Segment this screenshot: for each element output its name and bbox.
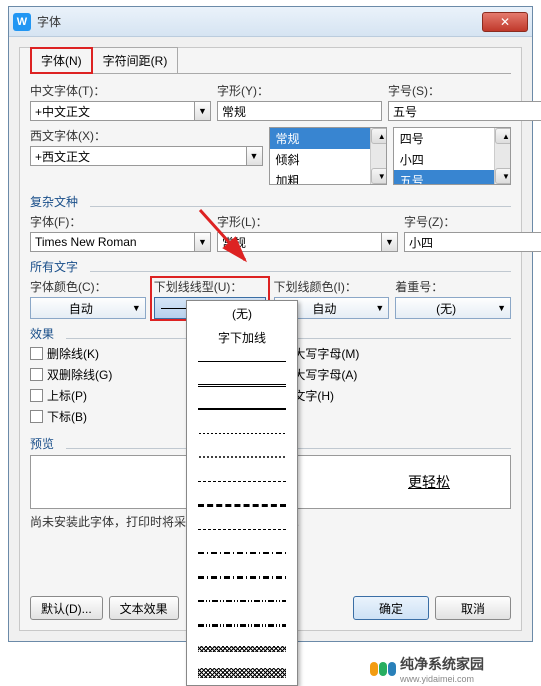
underline-opt-none[interactable]: (无) — [187, 301, 297, 325]
list-item[interactable]: 倾斜 — [270, 149, 386, 170]
label-size: 字号(S)： — [388, 82, 541, 99]
scroll-up-icon[interactable]: ▲ — [371, 128, 387, 144]
window-title: 字体 — [37, 13, 482, 30]
scrollbar[interactable]: ▲▼ — [494, 128, 510, 184]
input-style-l[interactable] — [217, 232, 382, 252]
underline-opt-dash-dot-dot[interactable] — [187, 589, 297, 613]
text-effect-button[interactable]: 文本效果 — [109, 596, 179, 620]
input-cn-font[interactable] — [30, 101, 195, 121]
check-subscript[interactable]: 下标(B) — [30, 408, 112, 425]
label-cn-font: 中文字体(T)： — [30, 82, 211, 99]
chevron-down-icon: ▼ — [375, 303, 384, 313]
combo-size[interactable] — [388, 101, 541, 121]
underline-opt-dash-dot-dot-heavy[interactable] — [187, 613, 297, 637]
default-button[interactable]: 默认(D)... — [30, 596, 103, 620]
brand-url: www.yidaimei.com — [400, 674, 484, 684]
label-size-z: 字号(Z)： — [404, 213, 541, 230]
underline-opt-dash-dot[interactable] — [187, 541, 297, 565]
combo-style[interactable] — [217, 101, 382, 121]
check-dbl-strike[interactable]: 双删除线(G) — [30, 366, 112, 383]
listbox-style[interactable]: 常规 倾斜 加粗 ▲▼ — [269, 127, 387, 185]
input-en-font[interactable] — [30, 146, 247, 166]
input-font-f[interactable] — [30, 232, 195, 252]
chevron-down-icon: ▼ — [497, 303, 506, 313]
chevron-down-icon[interactable]: ▼ — [195, 101, 211, 121]
app-icon: W — [13, 13, 31, 31]
footer-logo: 纯净系统家园 www.yidaimei.com — [370, 654, 484, 684]
label-en-font: 西文字体(X)： — [30, 127, 263, 144]
input-size[interactable] — [388, 101, 541, 121]
check-strike[interactable]: 删除线(K) — [30, 345, 112, 362]
underline-opt-dotted-heavy[interactable] — [187, 445, 297, 469]
underline-opt-dotted[interactable] — [187, 421, 297, 445]
preview-text: 更轻松 — [408, 472, 450, 492]
scroll-up-icon[interactable]: ▲ — [495, 128, 511, 144]
combo-style-l[interactable]: ▼ — [217, 232, 398, 252]
label-underline-type: 下划线线型(U)： — [154, 278, 266, 295]
chevron-down-icon[interactable]: ▼ — [195, 232, 211, 252]
check-superscript[interactable]: 上标(P) — [30, 387, 112, 404]
underline-type-dropdown-list[interactable]: (无) 字下加线 — [186, 300, 298, 686]
listbox-size[interactable]: 四号 小四 五号 ▲▼ — [393, 127, 511, 185]
underline-opt-double[interactable] — [187, 373, 297, 397]
chevron-down-icon: ▼ — [132, 303, 141, 313]
chevron-down-icon[interactable]: ▼ — [382, 232, 398, 252]
combo-cn-font[interactable]: ▼ — [30, 101, 211, 121]
underline-opt-dash-dot-heavy[interactable] — [187, 565, 297, 589]
emphasis-value: (无) — [436, 300, 456, 317]
cancel-button[interactable]: 取消 — [435, 596, 511, 620]
tab-font[interactable]: 字体(N) — [30, 47, 93, 73]
tab-strip: 字体(N) 字符间距(R) 字体(N) — [30, 47, 511, 73]
scrollbar[interactable]: ▲▼ — [370, 128, 386, 184]
label-style: 字形(Y)： — [217, 82, 382, 99]
list-item[interactable]: 加粗 — [270, 170, 386, 185]
label-underline-color: 下划线颜色(I)： — [274, 278, 390, 295]
combo-size-z[interactable]: ▼ — [404, 232, 541, 252]
label-emphasis: 着重号： — [395, 278, 511, 295]
list-item[interactable]: 常规 — [270, 128, 386, 149]
list-item[interactable]: 五号 — [394, 170, 510, 185]
brand-icon — [370, 662, 396, 676]
scroll-down-icon[interactable]: ▼ — [495, 168, 511, 184]
tab-spacing[interactable]: 字符间距(R) — [92, 47, 179, 73]
underline-opt-dash-heavy[interactable] — [187, 493, 297, 517]
checkbox-icon — [30, 368, 43, 381]
checkbox-icon — [30, 389, 43, 402]
underline-opt-dash-long[interactable] — [187, 517, 297, 541]
dropdown-font-color[interactable]: 自动 ▼ — [30, 297, 146, 319]
underline-opt-dash[interactable] — [187, 469, 297, 493]
input-size-z[interactable] — [404, 232, 541, 252]
label-font-f: 字体(F)： — [30, 213, 211, 230]
close-button[interactable]: ✕ — [482, 12, 528, 32]
checkbox-icon — [30, 347, 43, 360]
underline-opt-thick[interactable] — [187, 397, 297, 421]
scroll-down-icon[interactable]: ▼ — [371, 168, 387, 184]
underline-opt-wave-double[interactable] — [187, 661, 297, 685]
input-style[interactable] — [217, 101, 382, 121]
combo-en-font[interactable]: ▼ — [30, 146, 263, 166]
brand-name: 纯净系统家园 — [400, 654, 484, 674]
list-item[interactable]: 四号 — [394, 128, 510, 149]
checkbox-icon — [30, 410, 43, 423]
titlebar: W 字体 ✕ — [9, 7, 532, 37]
underline-opt-single[interactable] — [187, 349, 297, 373]
underline-opt-wave[interactable] — [187, 637, 297, 661]
font-color-value: 自动 — [69, 300, 93, 317]
ok-button[interactable]: 确定 — [353, 596, 429, 620]
group-all-text: 所有文字 — [30, 258, 511, 275]
label-font-color: 字体颜色(C)： — [30, 278, 146, 295]
dropdown-emphasis[interactable]: (无) ▼ — [395, 297, 511, 319]
underline-opt-word[interactable]: 字下加线 — [187, 325, 297, 349]
chevron-down-icon[interactable]: ▼ — [247, 146, 263, 166]
label-style-l: 字形(L)： — [217, 213, 398, 230]
underline-color-value: 自动 — [312, 300, 336, 317]
combo-font-f[interactable]: ▼ — [30, 232, 211, 252]
group-complex: 复杂文种 — [30, 193, 511, 210]
list-item[interactable]: 小四 — [394, 149, 510, 170]
